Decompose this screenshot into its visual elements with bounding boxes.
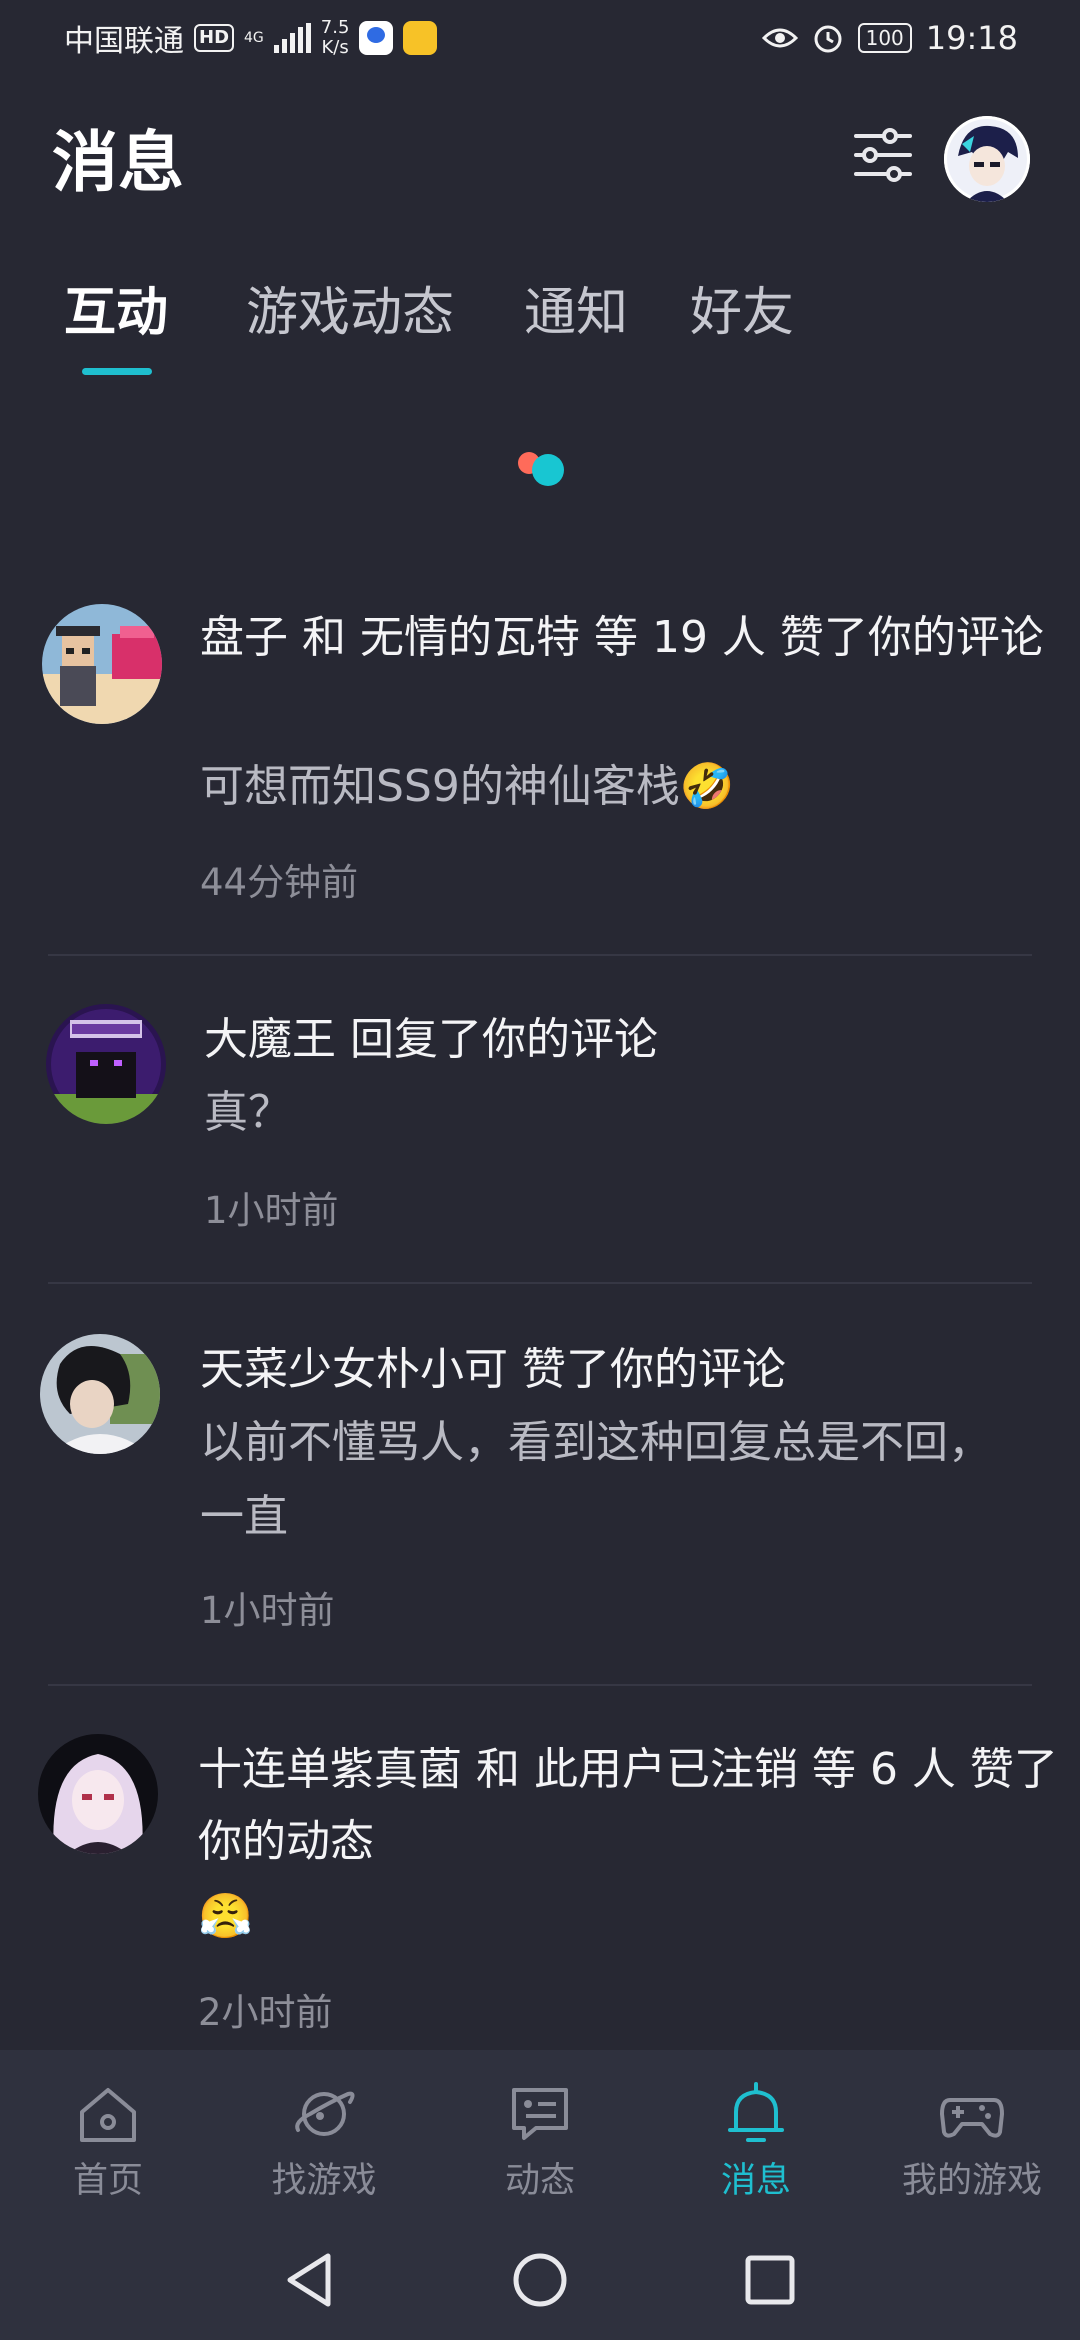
avatar[interactable] — [42, 604, 162, 724]
my-avatar[interactable] — [944, 116, 1030, 202]
bottom-navigation: 首页 找游戏 动态 消息 我的游戏 — [0, 2050, 1080, 2220]
message-time: 2小时前 — [198, 1991, 333, 2034]
message-title: 大魔王 回复了你的评论 — [204, 1014, 658, 1065]
status-right: 100 19:18 — [761, 16, 1018, 60]
loading-indicator — [518, 450, 568, 486]
nav-feed[interactable]: 动态 — [432, 2050, 648, 2220]
nav-home[interactable]: 首页 — [0, 2050, 216, 2220]
list-item[interactable]: 大魔王 回复了你的评论 真？ 1小时前 — [0, 1000, 1080, 1280]
avatar[interactable] — [38, 1734, 158, 1854]
tab-notifications[interactable]: 通知 — [524, 268, 628, 358]
message-tabs: 互动 游戏动态 通知 好友 — [0, 268, 1080, 378]
nav-feed-label: 动态 — [504, 2161, 575, 2201]
back-triangle-icon — [287, 2253, 331, 2307]
gamepad-icon — [940, 2098, 1004, 2138]
list-item[interactable]: 天菜少女朴小可 赞了你的评论 以前不懂骂人，看到这种回复总是不回，一直 1小时前 — [0, 1330, 1080, 1680]
recents-square-icon — [745, 2255, 795, 2305]
planet-icon — [295, 2091, 355, 2136]
loading-dot — [532, 454, 564, 486]
home-button[interactable] — [500, 2240, 580, 2320]
divider — [48, 1282, 1032, 1284]
nav-my-games[interactable]: 我的游戏 — [864, 2050, 1080, 2220]
anime-avatar-image — [944, 116, 1030, 202]
nav-messages-label: 消息 — [720, 2161, 791, 2201]
system-navigation-bar — [0, 2220, 1080, 2340]
speed-unit: K/s — [321, 37, 349, 58]
speed-value: 7.5 — [320, 17, 350, 38]
eye-icon — [761, 28, 798, 48]
alarm-icon — [814, 25, 842, 53]
nav-discover-label: 找游戏 — [271, 2161, 377, 2201]
tab-friends[interactable]: 好友 — [690, 268, 794, 358]
divider — [48, 1684, 1032, 1686]
nav-discover-games[interactable]: 找游戏 — [216, 2050, 432, 2220]
message-title: 十连单紫真菌 和 此用户已注销 等 6 人 赞了你的动态 — [198, 1744, 1058, 1867]
status-bar: 中国联通 HD 4G 7.5 K/s 100 19:18 — [0, 0, 1080, 76]
battery-icon: 100 — [857, 23, 912, 53]
pixel-avatar-image — [42, 604, 162, 724]
chat-bubble-icon — [512, 2088, 568, 2140]
list-item[interactable]: 盘子 和 无情的瓦特 等 19 人 赞了你的评论 可想而知SS9的神仙客栈🤣 4… — [0, 600, 1080, 950]
tab-interactions[interactable]: 互动 — [64, 268, 168, 358]
nav-my-games-label: 我的游戏 — [901, 2161, 1042, 2201]
signal-type: 4G — [244, 30, 264, 46]
signal-icon — [273, 23, 311, 53]
avatar[interactable] — [46, 1004, 166, 1124]
photo-avatar-image — [40, 1334, 160, 1454]
screen: 中国联通 HD 4G 7.5 K/s 100 19:18 消息 互动 游戏动态 … — [0, 0, 1080, 2340]
anime-girl-avatar-image — [38, 1734, 158, 1854]
page-title: 消息 — [52, 124, 184, 201]
filter-settings-button[interactable] — [850, 122, 916, 188]
nav-home-label: 首页 — [72, 2161, 143, 2201]
message-content: 以前不懂骂人，看到这种回复总是不回，一直 — [200, 1417, 992, 1542]
message-time: 1小时前 — [204, 1189, 339, 1232]
nav-messages[interactable]: 消息 — [648, 2050, 864, 2220]
home-icon — [80, 2088, 136, 2142]
baidu-app-icon — [359, 21, 394, 55]
message-time: 44分钟前 — [200, 861, 359, 904]
message-content: 😤 — [198, 1891, 253, 1942]
hd-badge: HD — [194, 24, 235, 52]
divider — [48, 954, 1032, 956]
notes-app-icon — [403, 21, 438, 55]
carrier-name: 中国联通 — [64, 24, 184, 59]
status-left: 中国联通 HD 4G 7.5 K/s — [64, 16, 438, 60]
home-circle-icon — [513, 2253, 567, 2307]
back-button[interactable] — [270, 2240, 350, 2320]
tab-game-updates[interactable]: 游戏动态 — [246, 268, 454, 358]
list-item[interactable]: 十连单紫真菌 和 此用户已注销 等 6 人 赞了你的动态 😤 2小时前 — [0, 1730, 1080, 2050]
message-content: 可想而知SS9的神仙客栈🤣 — [200, 761, 735, 812]
message-time: 1小时前 — [200, 1589, 335, 1632]
minecraft-avatar-image — [46, 1004, 166, 1124]
avatar[interactable] — [40, 1334, 160, 1454]
sliders-icon — [854, 128, 912, 182]
recents-button[interactable] — [730, 2240, 810, 2320]
bell-icon — [728, 2082, 784, 2142]
message-content: 真？ — [204, 1087, 292, 1138]
clock: 19:18 — [925, 19, 1018, 57]
network-speed: 7.5 K/s — [321, 18, 350, 58]
active-tab-indicator — [82, 368, 152, 375]
message-title: 天菜少女朴小可 赞了你的评论 — [200, 1344, 786, 1395]
message-title: 盘子 和 无情的瓦特 等 19 人 赞了你的评论 — [200, 612, 1044, 663]
